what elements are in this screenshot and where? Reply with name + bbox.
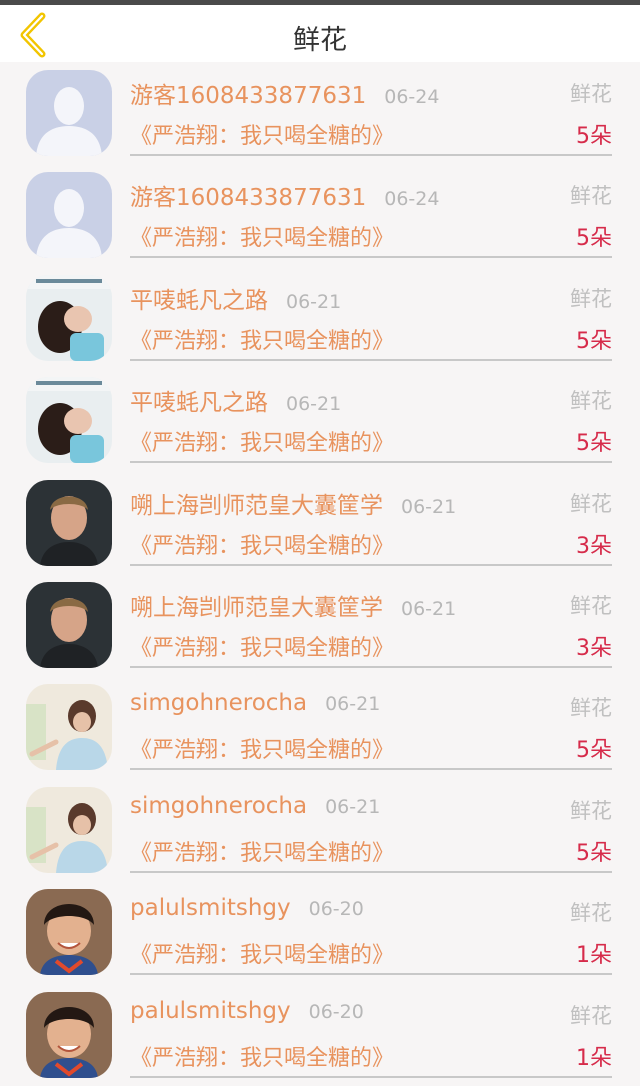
- username[interactable]: 嗍上海剀师范皇大囊筐学 06-21: [130, 486, 456, 520]
- username-text: 嗍上海剀师范皇大囊筐学: [130, 594, 383, 621]
- list-item[interactable]: 嗍上海剀师范皇大囊筐学 06-21 鲜花 《严浩翔：我只喝全糖的》 3朵: [0, 574, 640, 676]
- article-title[interactable]: 《严浩翔：我只喝全糖的》: [130, 528, 394, 560]
- article-title[interactable]: 《严浩翔：我只喝全糖的》: [130, 118, 394, 150]
- date-label: 06-21: [401, 495, 457, 518]
- username-text: 平唛蚝凡之路: [130, 287, 268, 314]
- date-label: 06-20: [308, 898, 364, 921]
- flower-count: 3朵: [576, 533, 612, 559]
- divider: [130, 665, 612, 668]
- gift-type-label: 鲜花: [570, 286, 612, 311]
- article-title[interactable]: 《严浩翔：我只喝全糖的》: [130, 835, 394, 867]
- flower-count: 5朵: [576, 124, 612, 149]
- gift-type-label: 鲜花: [570, 798, 612, 823]
- article-title[interactable]: 《严浩翔：我只喝全糖的》: [130, 937, 394, 969]
- divider: [130, 154, 612, 156]
- avatar[interactable]: [26, 172, 112, 259]
- avatar[interactable]: [26, 684, 112, 771]
- list-item[interactable]: 游客1608433877631 06-24 鲜花 《严浩翔：我只喝全糖的》 5朵: [0, 164, 640, 266]
- page-title: 鲜花: [293, 25, 347, 56]
- avatar[interactable]: [26, 581, 112, 668]
- divider: [130, 358, 612, 361]
- username-text: simgohnerocha: [130, 690, 308, 717]
- header-bar: 鲜花: [0, 5, 640, 62]
- avatar[interactable]: [26, 274, 112, 361]
- date-label: 06-20: [308, 1000, 364, 1023]
- article-title[interactable]: 《严浩翔：我只喝全糖的》: [130, 732, 394, 764]
- divider: [130, 973, 612, 976]
- date-label: 06-24: [384, 188, 440, 211]
- divider: [130, 563, 612, 566]
- flower-count: 5朵: [576, 328, 612, 354]
- username-text: 嗍上海剀师范皇大囊筐学: [130, 492, 383, 519]
- article-title[interactable]: 《严浩翔：我只喝全糖的》: [130, 220, 394, 252]
- username[interactable]: palulsmitshgy 06-20: [130, 895, 364, 921]
- gift-type-label: 鲜花: [570, 901, 612, 926]
- date-label: 06-21: [325, 693, 381, 716]
- divider: [130, 870, 612, 873]
- username-text: simgohnerocha: [130, 792, 308, 819]
- username-text: palulsmitshgy: [130, 895, 291, 922]
- avatar[interactable]: [26, 991, 112, 1078]
- article-title[interactable]: 《严浩翔：我只喝全糖的》: [130, 425, 394, 457]
- flower-list: 游客1608433877631 06-24 鲜花 《严浩翔：我只喝全糖的》 5朵 …: [0, 62, 640, 1086]
- list-item[interactable]: 游客1608433877631 06-24 鲜花 《严浩翔：我只喝全糖的》 5朵: [0, 62, 640, 164]
- gift-type-label: 鲜花: [570, 1003, 612, 1028]
- article-title[interactable]: 《严浩翔：我只喝全糖的》: [130, 1040, 394, 1072]
- username[interactable]: 嗍上海剀师范皇大囊筐学 06-21: [130, 588, 456, 622]
- list-item[interactable]: palulsmitshgy 06-20 鲜花 《严浩翔：我只喝全糖的》 1朵: [0, 984, 640, 1086]
- username[interactable]: simgohnerocha 06-21: [130, 793, 380, 819]
- list-item[interactable]: 平唛蚝凡之路 06-21 鲜花 《严浩翔：我只喝全糖的》 5朵: [0, 267, 640, 369]
- avatar[interactable]: [26, 377, 112, 464]
- avatar[interactable]: [26, 786, 112, 873]
- date-label: 06-21: [286, 290, 342, 313]
- flower-count: 1朵: [576, 1045, 612, 1071]
- gift-type-label: 鲜花: [570, 82, 612, 106]
- divider: [130, 256, 612, 259]
- divider: [130, 1075, 612, 1078]
- username-text: 游客1608433877631: [130, 83, 367, 109]
- list-item[interactable]: 嗍上海剀师范皇大囊筐学 06-21 鲜花 《严浩翔：我只喝全糖的》 3朵: [0, 472, 640, 574]
- avatar[interactable]: [26, 70, 112, 156]
- date-label: 06-21: [401, 597, 457, 620]
- list-item[interactable]: palulsmitshgy 06-20 鲜花 《严浩翔：我只喝全糖的》 1朵: [0, 881, 640, 983]
- flower-count: 5朵: [576, 840, 612, 866]
- date-label: 06-21: [325, 795, 381, 818]
- flower-count: 3朵: [576, 635, 612, 661]
- list-item[interactable]: 平唛蚝凡之路 06-21 鲜花 《严浩翔：我只喝全糖的》 5朵: [0, 369, 640, 471]
- username-text: 游客1608433877631: [130, 185, 367, 212]
- username[interactable]: 游客1608433877631 06-24: [130, 76, 439, 110]
- gift-type-label: 鲜花: [570, 593, 612, 618]
- username[interactable]: simgohnerocha 06-21: [130, 690, 380, 716]
- divider: [130, 461, 612, 464]
- username-text: palulsmitshgy: [130, 997, 291, 1024]
- username[interactable]: 平唛蚝凡之路 06-21: [130, 281, 341, 315]
- date-label: 06-21: [286, 393, 342, 416]
- gift-type-label: 鲜花: [570, 184, 612, 209]
- gift-type-label: 鲜花: [570, 696, 612, 721]
- flower-count: 5朵: [576, 431, 612, 457]
- avatar[interactable]: [26, 479, 112, 566]
- avatar[interactable]: [26, 889, 112, 976]
- list-item[interactable]: simgohnerocha 06-21 鲜花 《严浩翔：我只喝全糖的》 5朵: [0, 676, 640, 778]
- username-text: 平唛蚝凡之路: [130, 390, 268, 417]
- gift-type-label: 鲜花: [570, 389, 612, 414]
- flower-count: 5朵: [576, 738, 612, 764]
- article-title[interactable]: 《严浩翔：我只喝全糖的》: [130, 323, 394, 355]
- divider: [130, 768, 612, 771]
- article-title[interactable]: 《严浩翔：我只喝全糖的》: [130, 630, 394, 662]
- list-item[interactable]: simgohnerocha 06-21 鲜花 《严浩翔：我只喝全糖的》 5朵: [0, 779, 640, 881]
- username[interactable]: 平唛蚝凡之路 06-21: [130, 383, 341, 417]
- date-label: 06-24: [384, 86, 440, 108]
- flower-count: 5朵: [576, 226, 612, 252]
- flower-count: 1朵: [576, 943, 612, 969]
- username[interactable]: palulsmitshgy 06-20: [130, 998, 364, 1024]
- gift-type-label: 鲜花: [570, 491, 612, 516]
- username[interactable]: 游客1608433877631 06-24: [130, 178, 439, 212]
